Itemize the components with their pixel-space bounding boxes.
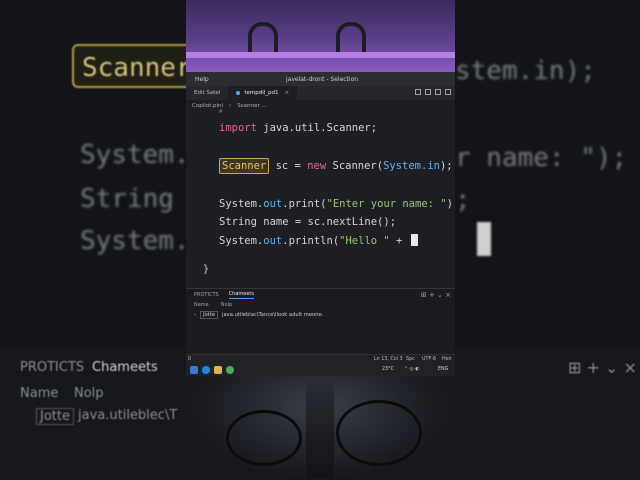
bg-cursor (477, 222, 491, 256)
window-title: javelat-dront - Selection (286, 75, 359, 83)
code-text: print (288, 198, 321, 210)
code-text: Scanner( (326, 160, 384, 172)
bg-code-line: System.ou (80, 140, 186, 170)
code-text: System. (219, 198, 264, 210)
bg-scanner-highlight: Scanner (72, 44, 186, 88)
tab-label: tempdil_pd1 (244, 90, 279, 96)
string-literal: "Enter your name: " (326, 198, 447, 210)
code-line: import java.util.Scanner; (219, 122, 377, 134)
column-name: Name (194, 302, 209, 308)
code-ref: out (263, 235, 283, 247)
layout-icon[interactable] (415, 89, 421, 95)
gutter-mark: # (219, 108, 223, 115)
status-left[interactable]: 0 (188, 357, 191, 362)
close-icon[interactable]: × (285, 90, 290, 96)
browser-icon[interactable] (202, 366, 210, 374)
bg-panel-col: Name (20, 386, 59, 401)
headphones-icon (336, 22, 366, 52)
layout-controls (415, 89, 451, 95)
folder-icon[interactable] (214, 366, 222, 374)
tray-icons[interactable]: ⌃ ◎ ◐ (404, 367, 419, 372)
code-text: nextLine (326, 216, 378, 228)
bg-panel-tab-active: Chameets (92, 360, 158, 375)
panel-columns: Name Nolp (186, 300, 455, 310)
code-text: println (288, 235, 333, 247)
tab-bar: Edit Satel tempdil_pd1 × (186, 86, 455, 100)
monitor-stand (306, 378, 334, 478)
bg-panel-badge: Jotte (36, 408, 74, 425)
text-cursor (410, 234, 418, 246)
bg-panel-col: Nolp (74, 386, 104, 401)
taskbar: 23°C ⌃ ◎ ◐ ENG (186, 364, 455, 376)
status-language[interactable]: Hen (442, 357, 452, 362)
list-item[interactable]: › Jotte java.utileblac\Tance\llook adult… (186, 310, 455, 320)
menu-help[interactable]: Help (195, 76, 209, 83)
code-line: System.out.println("Hello " + (219, 234, 418, 247)
keyword: new (307, 160, 327, 172)
status-encoding[interactable]: UTF-8 (422, 357, 436, 362)
column-nolp: Nolp (220, 302, 233, 308)
video-frame: Help javelat-dront - Selection Edit Sate… (186, 0, 455, 480)
status-spaces[interactable]: Spc (406, 357, 415, 362)
bg-panel-icons: ⊞ + ⌄ × (568, 358, 637, 377)
closing-brace: } (203, 264, 210, 275)
bg-panel-tab: PROTICTS (20, 360, 85, 375)
language-indicator[interactable]: ENG (438, 367, 448, 372)
code-text: sc = (269, 160, 308, 172)
start-icon[interactable] (190, 366, 198, 374)
string-literal: "Hello " (339, 235, 390, 247)
modified-dot-icon (236, 91, 241, 95)
tab-chameets[interactable]: Chameets (228, 291, 254, 299)
cable (226, 410, 302, 466)
layout-icon[interactable] (445, 89, 451, 95)
code-editor[interactable]: # import java.util.Scanner; Scanner sc =… (186, 108, 455, 326)
code-text: String name = sc. (219, 216, 327, 228)
code-text: ); (446, 198, 455, 210)
breadcrumb-separator: › (229, 103, 232, 109)
room-backdrop (186, 0, 455, 72)
tab-label: Edit Satel (194, 90, 221, 96)
weather-text[interactable]: 23°C (382, 367, 394, 372)
bg-code-line: stem.in); (455, 56, 596, 86)
code-ref: System.in (383, 160, 440, 172)
panel-tabs: PROTICTS Chameets ⊞ + ⌄ × (186, 289, 455, 300)
code-ref: out (263, 198, 283, 210)
highlighted-class: Scanner (219, 158, 270, 174)
breadcrumb: Copilot.pinl › Scanner ... (186, 100, 455, 112)
tab-edit-satel[interactable]: Edit Satel (186, 86, 228, 100)
bg-panel-row: java.utileblec\T (78, 408, 178, 423)
layout-icon[interactable] (425, 89, 431, 95)
code-line: System.out.print("Enter your name: "); (219, 198, 455, 210)
bg-code-line: r name: "); (455, 143, 628, 173)
ide-window: Help javelat-dront - Selection Edit Sate… (186, 72, 455, 365)
code-text: + (389, 235, 409, 247)
bg-code-line: ; (455, 185, 471, 215)
chrome-icon[interactable] (226, 366, 234, 374)
headphones-icon (248, 22, 278, 52)
code-text: ); (439, 160, 453, 172)
status-position[interactable]: Ln 13, Col 3 (374, 357, 403, 362)
tab-tempdil[interactable]: tempdil_pd1 × (228, 86, 298, 100)
code-line: String name = sc.nextLine(); (219, 216, 396, 228)
led-shelf (186, 52, 455, 58)
breadcrumb-item[interactable]: Scanner ... (237, 103, 267, 109)
bg-code-line: String n (80, 184, 186, 214)
row-badge: Jotte (200, 311, 219, 319)
bottom-panel: PROTICTS Chameets ⊞ + ⌄ × Name Nolp › Jo… (186, 288, 455, 355)
tab-proticts[interactable]: PROTICTS (194, 292, 219, 298)
code-text: System. (219, 235, 264, 247)
panel-icons[interactable]: ⊞ + ⌄ × (421, 291, 451, 299)
title-bar: Help javelat-dront - Selection (186, 72, 455, 86)
chevron-right-icon[interactable]: › (194, 312, 196, 318)
code-line: Scanner sc = new Scanner(System.in); (219, 158, 453, 174)
bg-code-line: System.ou (80, 226, 186, 256)
row-text: java.utileblac\Tance\llook adult meone. (222, 312, 324, 318)
code-text: java.util.Scanner; (256, 122, 378, 134)
keyword: import (219, 122, 257, 134)
cable (336, 400, 422, 466)
layout-icon[interactable] (435, 89, 441, 95)
code-text: (); (377, 216, 397, 228)
